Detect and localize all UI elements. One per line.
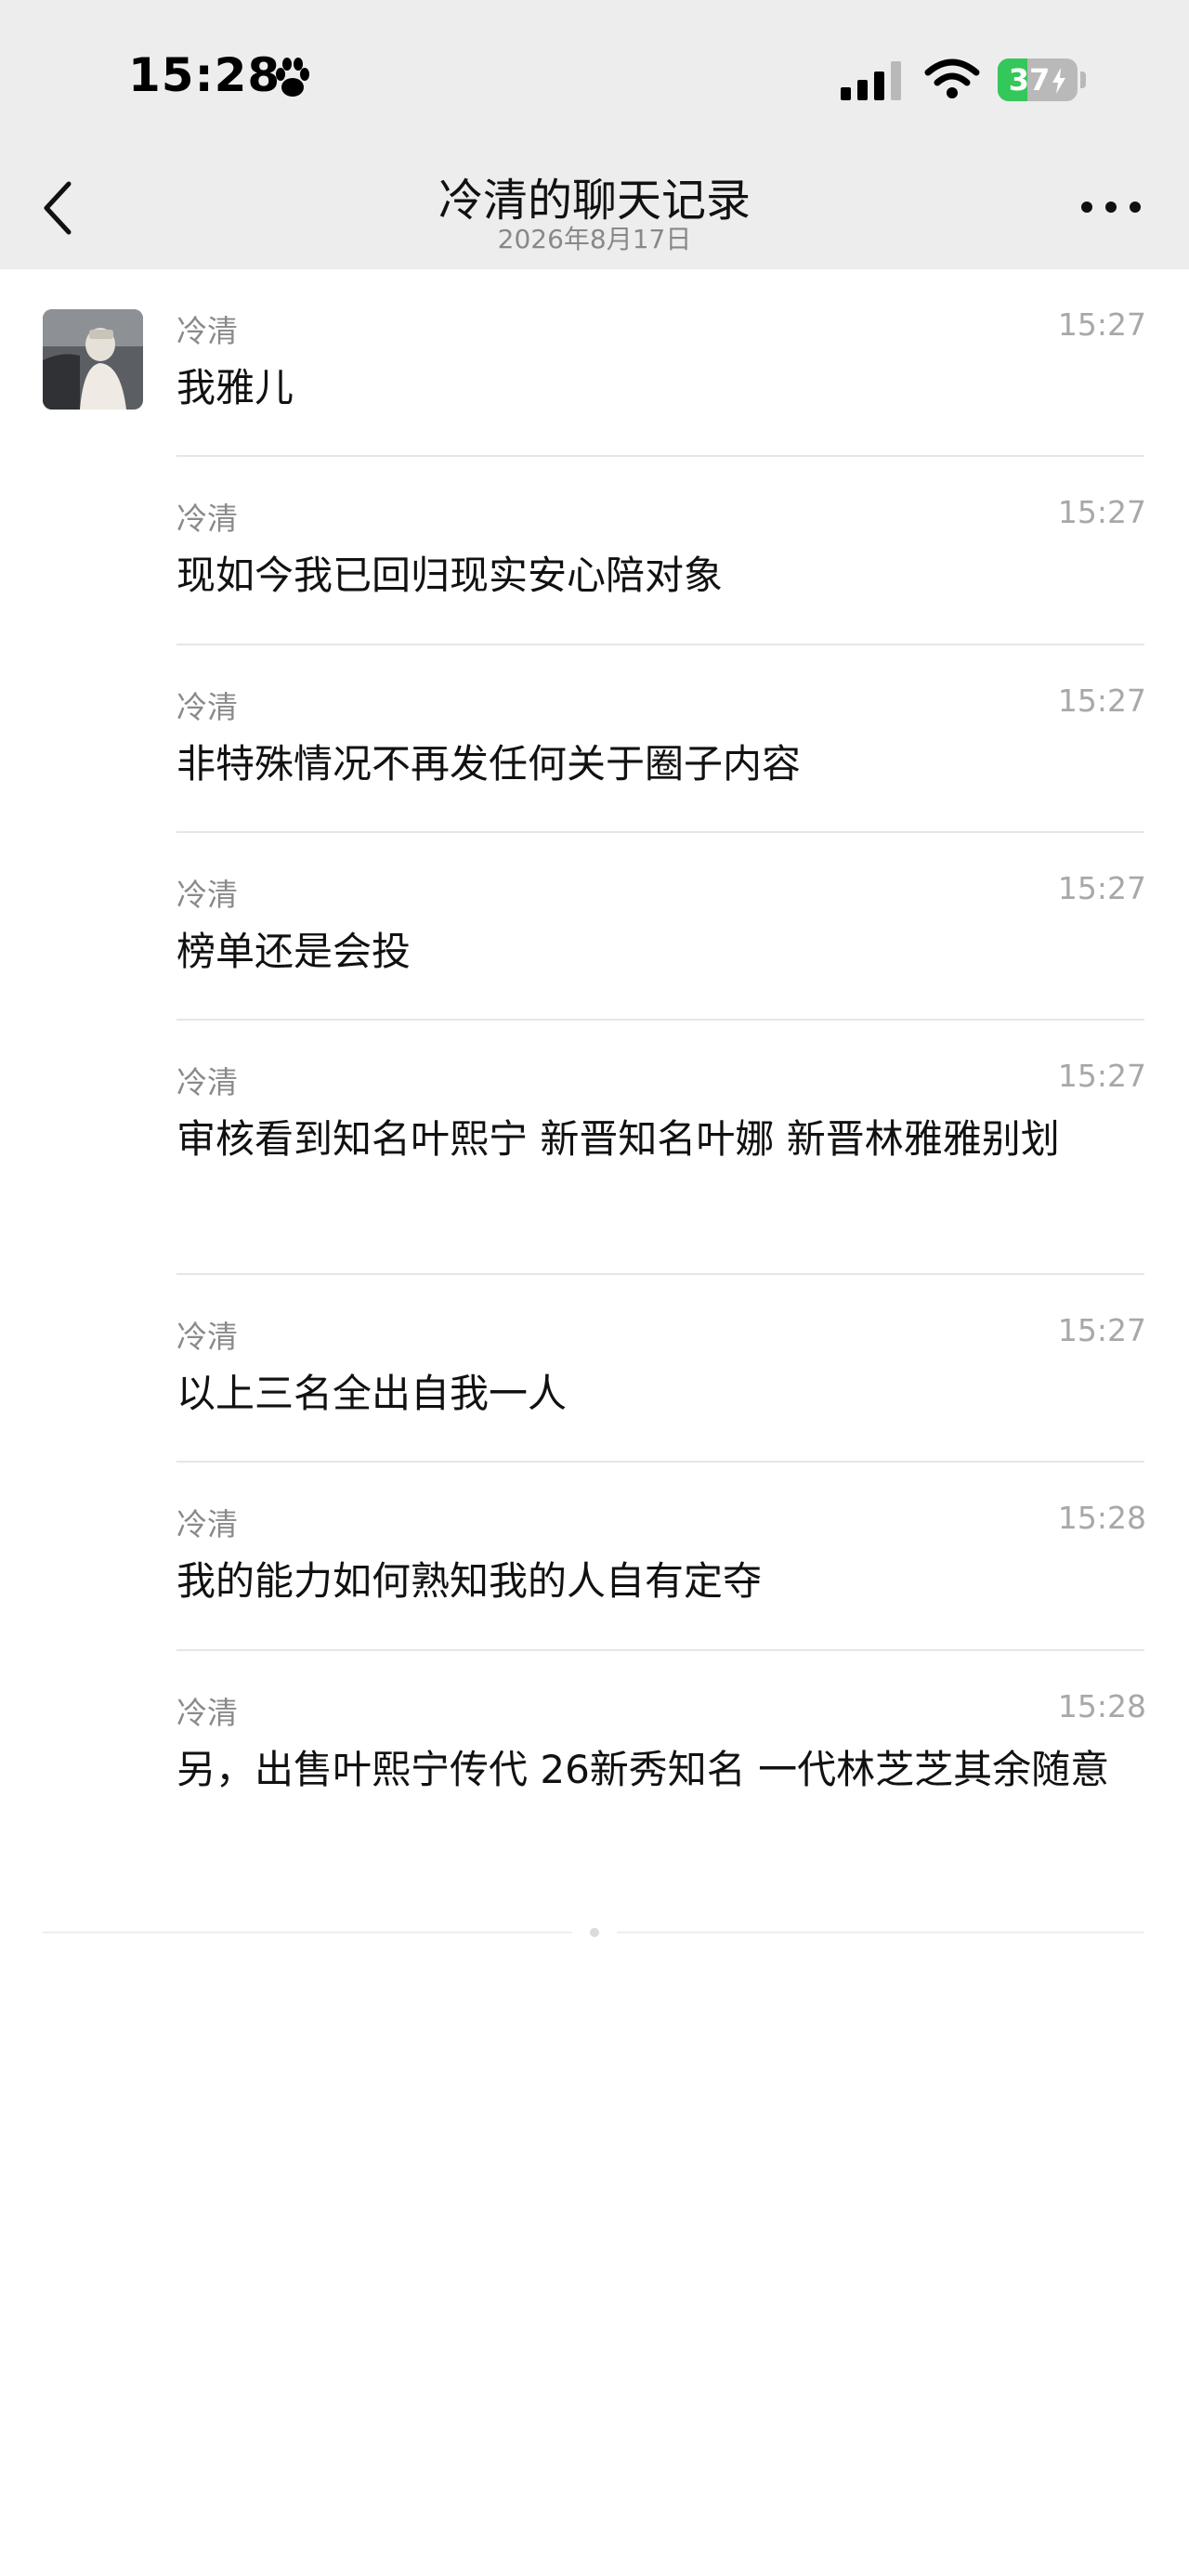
message-sender: 冷清 (176, 1319, 238, 1355)
message-time: 15:27 (1057, 494, 1146, 530)
sender-avatar[interactable] (43, 309, 143, 410)
message-text: 我雅儿 (176, 365, 294, 410)
battery-percent-value: 37 (1008, 62, 1051, 98)
message-sender: 冷清 (176, 1695, 238, 1731)
message-time: 15:27 (1057, 683, 1146, 719)
message-text: 非特殊情况不再发任何关于圈子内容 (176, 741, 802, 787)
message-sender: 冷清 (176, 1064, 238, 1100)
message-sender: 冷清 (176, 689, 238, 725)
message-divider (176, 831, 1144, 833)
end-divider-right (617, 1932, 1144, 1933)
status-time: 15:28 (128, 48, 281, 102)
end-divider-dot (590, 1928, 599, 1937)
message-text: 我的能力如何熟知我的人自有定夺 (176, 1558, 763, 1604)
message-text: 以上三名全出自我一人 (176, 1371, 568, 1416)
message-text: 现如今我已回归现实安心陪对象 (176, 553, 724, 598)
battery-charging-icon (1052, 68, 1066, 94)
message-divider (176, 455, 1144, 457)
end-divider-left (43, 1932, 572, 1933)
message-sender: 冷清 (176, 1506, 238, 1542)
message-time: 15:27 (1057, 1058, 1146, 1094)
message-text: 另，出售叶熙宁传代 26新秀知名 一代林芝芝其余随意 (176, 1747, 1110, 1792)
message-divider (176, 644, 1144, 645)
message-sender: 冷清 (176, 501, 238, 537)
message-divider (176, 1019, 1144, 1021)
battery-body: 37 (998, 59, 1078, 101)
battery-indicator: 37 (998, 59, 1087, 101)
signal-icon (841, 61, 901, 100)
battery-tip (1080, 72, 1086, 88)
message-time: 15:27 (1057, 870, 1146, 906)
message-divider (176, 1649, 1144, 1651)
message-divider (176, 1273, 1144, 1275)
top-bar: 15:28 37 冷清的聊天记录 2026年8月17日 (0, 0, 1189, 269)
message-text: 审核看到知名叶熙宁 新晋知名叶娜 新晋林雅雅别划 (176, 1116, 1060, 1162)
battery-percent: 37 (998, 59, 1078, 101)
message-time: 15:27 (1057, 1312, 1146, 1348)
message-time: 15:27 (1057, 306, 1146, 343)
message-sender: 冷清 (176, 877, 238, 913)
message-text: 榜单还是会投 (176, 929, 412, 974)
message-sender: 冷清 (176, 313, 238, 349)
wifi-icon (924, 59, 980, 98)
paw-icon (276, 58, 309, 97)
more-icon[interactable] (1078, 193, 1144, 221)
message-divider (176, 1461, 1144, 1463)
message-time: 15:28 (1057, 1500, 1146, 1536)
message-time: 15:28 (1057, 1688, 1146, 1724)
page-subtitle-date: 2026年8月17日 (497, 224, 692, 254)
